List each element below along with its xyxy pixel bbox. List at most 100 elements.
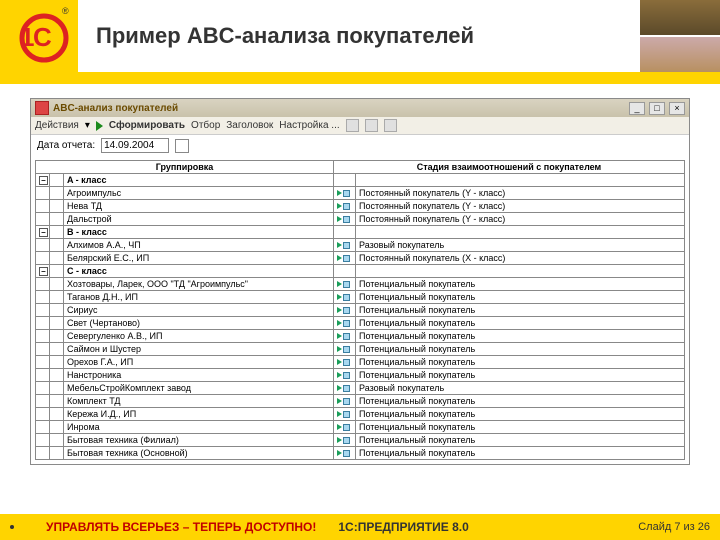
data-row[interactable]: Бытовая техника (Филиал)Потенциальный по… <box>36 434 685 447</box>
run-icon <box>96 121 103 131</box>
minimize-button[interactable]: _ <box>629 102 645 115</box>
data-row[interactable]: Свет (Чертаново) Потенциальный покупатель <box>36 317 685 330</box>
row-name: Белярский Е.С., ИП <box>64 252 334 265</box>
svg-text:C: C <box>33 22 52 52</box>
row-icon-cell <box>334 395 356 408</box>
arrow-icon <box>337 333 342 339</box>
row-stage: Разовый покупатель <box>356 382 685 395</box>
card-icon <box>343 294 350 301</box>
card-icon <box>343 242 350 249</box>
logo-1c: 1 C ® <box>0 0 78 72</box>
row-stage: Потенциальный покупатель <box>356 447 685 460</box>
row-icon-cell <box>334 304 356 317</box>
data-row[interactable]: ИнромаПотенциальный покупатель <box>36 421 685 434</box>
row-icon-cell <box>334 421 356 434</box>
data-row[interactable]: Саймон и ШустерПотенциальный покупатель <box>36 343 685 356</box>
card-icon <box>343 216 350 223</box>
window-titlebar[interactable]: ABC-анализ покупателей _ □ × <box>31 99 689 117</box>
data-row[interactable]: Кережа И.Д., ИППотенциальный покупатель <box>36 408 685 421</box>
yellow-divider <box>0 72 720 84</box>
data-row[interactable]: Алхимов А.А., ЧПРазовый покупатель <box>36 239 685 252</box>
arrow-icon <box>337 190 342 196</box>
collapse-icon[interactable]: – <box>39 267 48 276</box>
group-row[interactable]: –A - класс <box>36 174 685 187</box>
row-stage: Постоянный покупатель (X - класс) <box>356 252 685 265</box>
row-stage: Потенциальный покупатель <box>356 317 685 330</box>
row-stage: Потенциальный покупатель <box>356 304 685 317</box>
data-row[interactable]: Комплект ТДПотенциальный покупатель <box>36 395 685 408</box>
collapse-icon[interactable]: – <box>39 176 48 185</box>
header-button[interactable]: Заголовок <box>226 120 273 131</box>
row-icon-cell <box>334 434 356 447</box>
arrow-icon <box>337 307 342 313</box>
data-row[interactable]: Хозтовары, Ларек, ООО "ТД "Агроимпульс"П… <box>36 278 685 291</box>
maximize-button[interactable]: □ <box>649 102 665 115</box>
footer: УПРАВЛЯТЬ ВСЕРЬЕЗ – ТЕПЕРЬ ДОСТУПНО! 1С:… <box>0 514 720 540</box>
row-icon-cell <box>334 447 356 460</box>
card-icon <box>343 437 350 444</box>
report-table: Группировка Стадия взаимоотношений с пок… <box>35 160 685 460</box>
group-label: B - класс <box>64 226 334 239</box>
card-icon <box>343 450 350 457</box>
row-stage: Потенциальный покупатель <box>356 278 685 291</box>
row-icon-cell <box>334 278 356 291</box>
settings-button[interactable]: Настройка ... <box>279 120 339 131</box>
row-icon-cell <box>334 408 356 421</box>
row-icon-cell <box>334 343 356 356</box>
toolbar: Действия ▾ Сформировать Отбор Заголовок … <box>31 117 689 135</box>
filter-row: Дата отчета: <box>31 135 689 156</box>
card-icon <box>343 307 350 314</box>
row-name: Агроимпульс <box>64 187 334 200</box>
row-stage: Разовый покупатель <box>356 239 685 252</box>
row-name: Свет (Чертаново) <box>64 317 334 330</box>
col-stage: Стадия взаимоотношений с покупателем <box>334 161 685 174</box>
data-row[interactable]: Таганов Д.Н., ИППотенциальный покупатель <box>36 291 685 304</box>
collapse-icon[interactable]: – <box>39 228 48 237</box>
arrow-icon <box>337 411 342 417</box>
tool-icon-1[interactable] <box>346 119 359 132</box>
calendar-icon[interactable] <box>175 139 189 153</box>
data-row[interactable]: Орехов Г.А., ИППотенциальный покупатель <box>36 356 685 369</box>
page-title: Пример ABC-анализа покупателей <box>96 23 474 49</box>
row-stage: Потенциальный покупатель <box>356 291 685 304</box>
row-name: Кережа И.Д., ИП <box>64 408 334 421</box>
card-icon <box>343 372 350 379</box>
form-button[interactable]: Сформировать <box>109 120 185 131</box>
filter-button[interactable]: Отбор <box>191 120 220 131</box>
group-row[interactable]: – C - класс <box>36 265 685 278</box>
row-icon-cell <box>334 252 356 265</box>
window-title: ABC-анализ покупателей <box>53 103 625 114</box>
data-row[interactable]: СириусПотенциальный покупатель <box>36 304 685 317</box>
data-row[interactable]: Белярский Е.С., ИП Постоянный покупатель … <box>36 252 685 265</box>
data-row[interactable]: Нева ТДПостоянный покупатель (Y - класс) <box>36 200 685 213</box>
row-icon-cell <box>334 200 356 213</box>
data-row[interactable]: НанстроникаПотенциальный покупатель <box>36 369 685 382</box>
arrow-icon <box>337 346 342 352</box>
footer-bar: УПРАВЛЯТЬ ВСЕРЬЕЗ – ТЕПЕРЬ ДОСТУПНО! 1С:… <box>0 514 720 540</box>
tool-icon-3[interactable] <box>384 119 397 132</box>
card-icon <box>343 398 350 405</box>
card-icon <box>343 411 350 418</box>
data-row[interactable]: Севергуленко А.В., ИППотенциальный покуп… <box>36 330 685 343</box>
data-row[interactable]: АгроимпульсПостоянный покупатель (Y - кл… <box>36 187 685 200</box>
app-window: ABC-анализ покупателей _ □ × Действия ▾ … <box>30 98 690 465</box>
close-button[interactable]: × <box>669 102 685 115</box>
arrow-icon <box>337 242 342 248</box>
date-input[interactable] <box>101 138 169 153</box>
data-row[interactable]: Бытовая техника (Основной) Потенциальный … <box>36 447 685 460</box>
card-icon <box>343 346 350 353</box>
group-row[interactable]: – B - класс <box>36 226 685 239</box>
actions-menu[interactable]: Действия <box>35 120 79 131</box>
group-label: C - класс <box>64 265 334 278</box>
arrow-icon <box>337 359 342 365</box>
arrow-icon <box>337 398 342 404</box>
window-app-icon <box>35 101 49 115</box>
arrow-icon <box>337 281 342 287</box>
data-row[interactable]: ДальстройПостоянный покупатель (Y - клас… <box>36 213 685 226</box>
tool-icon-2[interactable] <box>365 119 378 132</box>
arrow-icon <box>337 437 342 443</box>
row-name: Бытовая техника (Основной) <box>64 447 334 460</box>
card-icon <box>343 385 350 392</box>
data-row[interactable]: МебельСтройКомплект заводРазовый покупат… <box>36 382 685 395</box>
title-strip: Пример ABC-анализа покупателей <box>78 0 640 72</box>
